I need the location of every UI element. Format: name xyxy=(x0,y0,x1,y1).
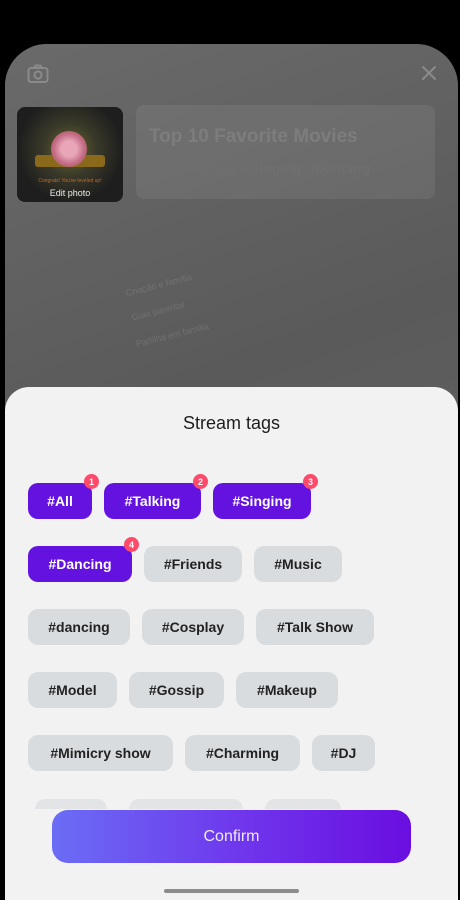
stream-title: Top 10 Favorite Movies xyxy=(149,126,358,147)
tag-mimicry-show[interactable]: #Mimicry show xyxy=(28,735,173,771)
tag-talk-show[interactable]: #Talk Show xyxy=(256,609,374,645)
selection-order-badge: 4 xyxy=(124,537,139,552)
selection-order-badge: 1 xyxy=(84,474,99,489)
selection-order-badge: 3 xyxy=(303,474,318,489)
camera-icon[interactable] xyxy=(27,64,49,84)
tag-gossip[interactable]: #Gossip xyxy=(129,672,224,708)
tag-cosplay[interactable]: #Cosplay xyxy=(142,609,244,645)
tag-model[interactable]: #Model xyxy=(28,672,117,708)
stream-title-card[interactable]: Top 10 Favorite Movies #All #Talking #Si… xyxy=(136,105,435,199)
tag-talking[interactable]: #Talking 2 xyxy=(104,474,208,519)
tag-label: #Makeup xyxy=(257,682,317,698)
tag-label: #Talk Show xyxy=(277,619,353,635)
tag-music[interactable]: #Music xyxy=(254,546,342,582)
tag-singing[interactable]: #Singing 3 xyxy=(213,474,318,519)
tag-dancing-lowercase[interactable]: #dancing xyxy=(28,609,130,645)
cover-flower-image xyxy=(51,131,87,167)
edit-photo-label[interactable]: Edit photo xyxy=(17,188,123,198)
tag-friends[interactable]: #Friends xyxy=(144,546,242,582)
tag-charming[interactable]: #Charming xyxy=(185,735,300,771)
tag-label: #dancing xyxy=(48,619,110,635)
selection-order-badge: 2 xyxy=(193,474,208,489)
tag-label: #Singing xyxy=(232,493,292,509)
tag-label: #Charming xyxy=(205,745,280,761)
tag-label: #Music xyxy=(274,556,322,572)
tag-label: #Mimicry show xyxy=(50,745,151,761)
tag-makeup[interactable]: #Makeup xyxy=(236,672,338,708)
close-icon[interactable] xyxy=(420,64,438,82)
screen: Criação e família Guia parental Partilha… xyxy=(5,44,458,900)
tag-label: #Model xyxy=(48,682,97,698)
partially-hidden-tag[interactable] xyxy=(129,799,243,809)
partially-hidden-tag[interactable] xyxy=(35,799,107,809)
stream-tags-line: #All #Talking #Singing #Dancing xyxy=(149,160,371,176)
tag-label: #Gossip xyxy=(148,682,205,698)
home-indicator[interactable] xyxy=(164,889,299,893)
tag-label: #Dancing xyxy=(48,556,112,572)
cover-tiny-text: Congrats! You've leveled up! xyxy=(38,178,102,184)
tag-label: #All xyxy=(47,493,73,509)
confirm-button[interactable]: Confirm xyxy=(52,810,411,863)
partially-hidden-tag[interactable] xyxy=(265,799,341,809)
stream-tags-sheet: Stream tags #All 1 #Talking 2 #Singing 3… xyxy=(5,387,458,900)
tag-label: #DJ xyxy=(330,745,357,761)
tag-list: #All 1 #Talking 2 #Singing 3 #Dancing 4 … xyxy=(5,387,458,809)
tag-label: #Talking xyxy=(124,493,181,509)
tag-label: #Friends xyxy=(163,556,223,572)
tag-label: #Cosplay xyxy=(161,619,225,635)
tag-dancing[interactable]: #Dancing 4 xyxy=(28,537,139,582)
tag-dj[interactable]: #DJ xyxy=(312,735,375,771)
tag-all[interactable]: #All 1 xyxy=(28,474,99,519)
cover-photo[interactable]: Congrats! You've leveled up! Edit photo xyxy=(17,107,123,202)
